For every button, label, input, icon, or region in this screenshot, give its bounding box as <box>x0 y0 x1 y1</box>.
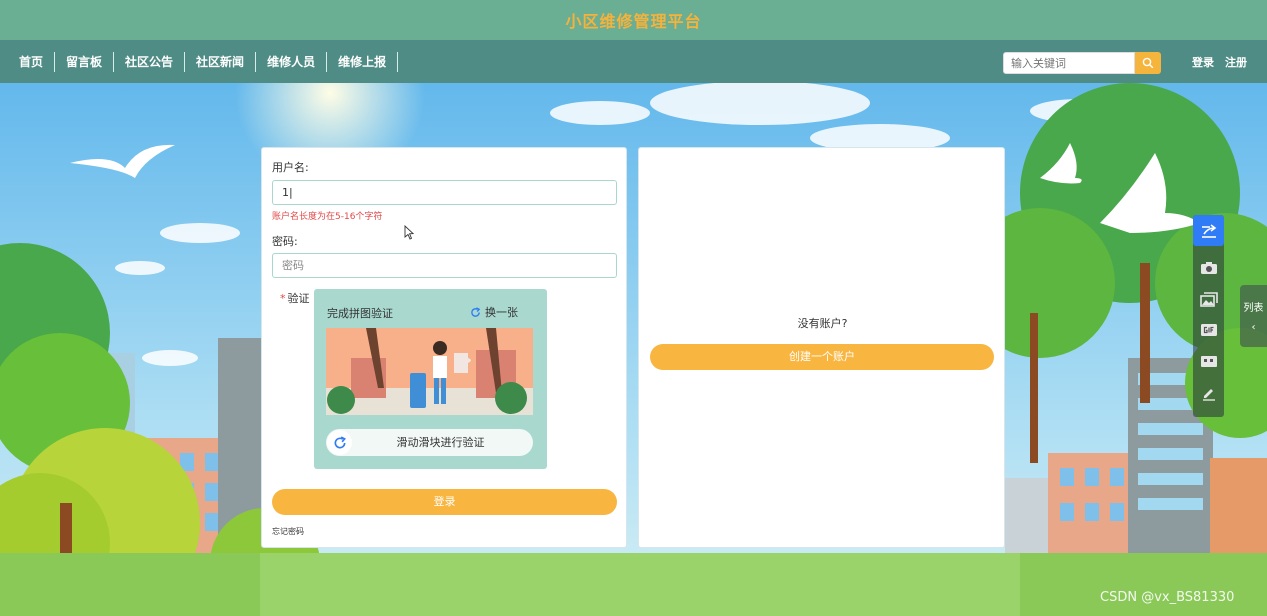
gif-button[interactable] <box>1197 318 1220 341</box>
nav-item-repair-report[interactable]: 维修上报 <box>327 51 399 72</box>
search-icon <box>1142 57 1154 69</box>
login-button[interactable]: 登录 <box>272 489 617 515</box>
watermark: CSDN @vx_BS81330 <box>1100 590 1235 605</box>
list-tab[interactable]: 列表 ‹ <box>1240 285 1267 347</box>
no-account-text: 没有账户? <box>797 317 848 330</box>
password-label: 密码: <box>272 235 298 248</box>
username-label: 用户名: <box>272 161 309 174</box>
list-tab-label: 列表 <box>1243 303 1264 314</box>
nav-item-announcements[interactable]: 社区公告 <box>114 51 186 72</box>
mouse-cursor-icon <box>404 225 414 240</box>
floating-toolbar <box>1193 215 1224 417</box>
register-card: 没有账户? 创建一个账户 <box>638 147 1005 548</box>
search-input[interactable] <box>1003 52 1135 74</box>
screenshot-button[interactable] <box>1197 256 1220 279</box>
slider-text: 滑动滑块进行验证 <box>396 436 485 449</box>
login-card: 用户名: 账户名长度为在5-16个字符 密码: *验证 完成拼图验证 换一张 <box>261 147 627 548</box>
puzzle-picture <box>326 328 533 415</box>
puzzle-captcha: 完成拼图验证 换一张 滑动滑块进行验证 <box>314 289 547 469</box>
chevron-left-icon: ‹ <box>1251 322 1256 333</box>
title-bar: 小区维修管理平台 <box>0 0 1267 40</box>
captcha-slider[interactable]: 滑动滑块进行验证 <box>326 429 533 456</box>
image-button[interactable] <box>1197 288 1220 311</box>
puzzle-title: 完成拼图验证 <box>327 307 393 320</box>
nav-item-news[interactable]: 社区新闻 <box>185 51 257 72</box>
scene-illustration <box>0 83 1267 616</box>
nav-item-repair-staff[interactable]: 维修人员 <box>256 51 328 72</box>
share-icon <box>1201 223 1216 238</box>
slider-knob[interactable] <box>327 430 352 455</box>
nav-item-home[interactable]: 首页 <box>8 51 56 72</box>
username-input[interactable] <box>272 180 617 205</box>
background-scene <box>0 83 1267 616</box>
auth-links: 登录 注册 <box>1192 40 1247 83</box>
login-link[interactable]: 登录 <box>1192 54 1214 70</box>
search-button[interactable] <box>1135 52 1161 74</box>
register-link[interactable]: 注册 <box>1225 54 1247 70</box>
pencil-icon <box>1202 388 1215 401</box>
verify-label-text: 验证 <box>287 292 310 305</box>
required-mark: * <box>280 292 286 305</box>
refresh-icon <box>334 435 346 448</box>
refresh-icon <box>471 306 481 317</box>
image-icon <box>1199 291 1218 307</box>
password-input[interactable] <box>272 253 617 278</box>
video-icon <box>1200 355 1217 367</box>
site-title: 小区维修管理平台 <box>565 12 702 31</box>
puzzle-refresh-label: 换一张 <box>485 306 518 319</box>
gif-icon <box>1200 323 1217 336</box>
share-button[interactable] <box>1193 215 1224 246</box>
camera-icon <box>1200 261 1217 274</box>
nav-items: 首页 留言板 社区公告 社区新闻 维修人员 维修上报 <box>8 51 399 72</box>
create-account-button[interactable]: 创建一个账户 <box>650 344 994 370</box>
puzzle-refresh-button[interactable]: 换一张 <box>470 304 518 320</box>
forgot-password-link[interactable]: 忘记密码 <box>272 526 304 537</box>
edit-button[interactable] <box>1197 381 1220 404</box>
puzzle-image <box>326 328 533 415</box>
username-error: 账户名长度为在5-16个字符 <box>272 212 383 222</box>
main-nav: 首页 留言板 社区公告 社区新闻 维修人员 维修上报 登录 注册 <box>0 40 1267 83</box>
verify-label: * 验证 <box>280 290 310 306</box>
video-button[interactable] <box>1197 349 1220 372</box>
nav-item-message-board[interactable]: 留言板 <box>55 51 115 72</box>
search-box <box>1003 52 1161 74</box>
